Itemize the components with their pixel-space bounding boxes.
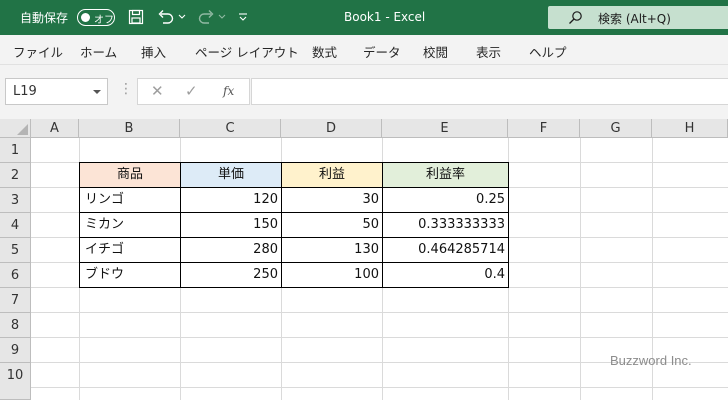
row-header[interactable]: 3 [0,188,31,213]
select-all-button[interactable] [0,119,31,138]
table-cell[interactable]: 120 [181,188,281,213]
table-cell[interactable]: イチゴ [80,238,180,263]
window-title: Book1 - Excel [344,10,426,24]
table-cell[interactable]: 130 [282,238,382,263]
redo-icon[interactable] [196,7,216,27]
name-box-value: L19 [13,84,37,99]
table-cell[interactable]: 0.25 [383,188,508,213]
table-cell[interactable]: 0.4 [383,263,508,288]
table-header-cell[interactable]: 単価 [181,163,281,188]
tab-file[interactable]: ファイル [13,42,63,61]
table-border [79,162,509,163]
table-border [508,162,509,288]
table-cell[interactable]: 0.464285714 [383,238,508,263]
tab-formulas[interactable]: 数式 [312,42,337,61]
formula-bar-area: L19 ⋮ ✕ ✓ fx [0,65,728,119]
redo-dropdown-icon[interactable] [217,7,227,27]
cancel-icon[interactable]: ✕ [151,82,164,100]
table-border [281,162,282,288]
table-cell[interactable]: 50 [282,213,382,238]
formula-input[interactable] [251,78,728,105]
column-header[interactable]: F [508,119,580,138]
tab-home[interactable]: ホーム [80,42,117,61]
column-header[interactable]: G [580,119,652,138]
search-box[interactable]: 検索 (Alt+Q) [548,6,728,29]
gridline [580,138,581,400]
table-header-cell[interactable]: 商品 [80,163,180,188]
table-border [79,237,509,238]
gridline [31,337,728,338]
table-cell[interactable]: 100 [282,263,382,288]
row-header[interactable]: 5 [0,238,31,263]
row-header[interactable]: 8 [0,313,31,338]
table-border [79,162,80,288]
column-header[interactable]: D [281,119,382,138]
row-header[interactable]: 4 [0,213,31,238]
tab-page-layout[interactable]: ページ レイアウト [195,42,299,61]
name-box[interactable]: L19 [5,78,108,105]
table-border [382,162,383,288]
column-header[interactable]: A [31,119,79,138]
table-border [79,287,509,288]
table-cell[interactable]: 280 [181,238,281,263]
column-header[interactable]: C [180,119,281,138]
spreadsheet-grid: A B C D E F G H 1 2 3 4 5 6 7 8 9 10 商品 … [0,119,728,400]
table-cell[interactable]: ミカン [80,213,180,238]
insert-function-icon[interactable]: fx [223,84,234,98]
table-header-cell[interactable]: 利益率 [383,163,508,188]
gridline [31,312,728,313]
undo-dropdown-icon[interactable] [177,7,187,27]
table-cell[interactable]: 0.333333333 [383,213,508,238]
table-header-cell[interactable]: 利益 [282,163,382,188]
row-header[interactable]: 6 [0,263,31,288]
name-box-dropdown-icon[interactable] [93,90,101,94]
formula-buttons: ✕ ✓ fx [137,78,250,105]
watermark: Buzzword Inc. [610,353,692,368]
row-header[interactable]: 1 [0,138,31,163]
row-header[interactable]: 10 [0,363,31,400]
table-cell[interactable]: 30 [282,188,382,213]
column-header[interactable]: B [79,119,180,138]
table-cell[interactable]: 250 [181,263,281,288]
ribbon-tabs: ファイル ホーム 挿入 ページ レイアウト 数式 データ 校閲 表示 ヘルプ [0,35,728,65]
row-header[interactable]: 9 [0,338,31,363]
column-header[interactable]: E [382,119,508,138]
table-cell[interactable]: 150 [181,213,281,238]
toggle-knob [81,13,90,22]
table-border [79,262,509,263]
row-header[interactable]: 2 [0,163,31,188]
autosave-state: オフ [94,15,114,26]
tab-data[interactable]: データ [363,42,401,61]
table-cell[interactable]: ブドウ [80,263,180,288]
autosave-toggle[interactable]: オフ [77,9,115,26]
autosave-label: 自動保存 [20,11,69,25]
table-cell[interactable]: リンゴ [80,188,180,213]
tab-review[interactable]: 校閲 [423,42,448,61]
undo-icon[interactable] [156,7,176,27]
search-icon [569,11,582,24]
table-border [180,162,181,288]
table-border [79,187,509,188]
tab-insert[interactable]: 挿入 [141,42,166,61]
enter-check-icon[interactable]: ✓ [185,82,198,100]
column-header[interactable]: H [652,119,728,138]
formula-bar-grip-icon[interactable]: ⋮ [119,81,133,97]
customize-toolbar-icon[interactable] [236,7,250,27]
tab-view[interactable]: 表示 [476,42,501,61]
select-all-icon [17,124,28,135]
table-border [79,212,509,213]
row-header[interactable]: 7 [0,288,31,313]
tab-help[interactable]: ヘルプ [529,42,567,61]
save-icon[interactable] [126,7,146,27]
search-label: 検索 (Alt+Q) [598,12,671,26]
title-bar: 自動保存 オフ Book1 - Excel 検索 (Alt+Q) [0,0,728,35]
gridline [31,387,728,388]
